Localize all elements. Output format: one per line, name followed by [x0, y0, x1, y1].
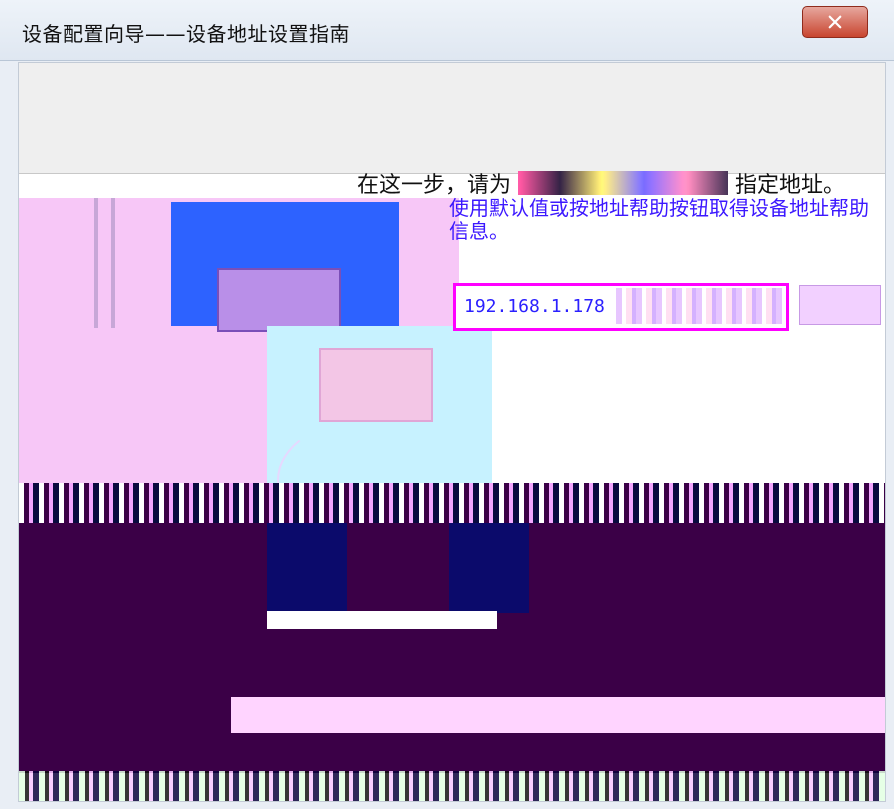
wizard-window: 设备配置向导——设备地址设置指南 X 在这一步，请为 指定地址。 — [0, 0, 894, 809]
address-help-text: 使用默认值或按地址帮助按钮取得设备地址帮助信息。 — [449, 196, 869, 243]
artifact-block — [449, 523, 529, 613]
address-field-artifact — [616, 288, 784, 324]
artifact-block — [267, 523, 347, 613]
instruction-text: 在这一步，请为 指定地址。 — [357, 167, 845, 199]
artifact-strip — [267, 611, 497, 629]
computer-icon — [319, 348, 433, 422]
monitor-icon — [217, 268, 341, 332]
artifact-band — [19, 483, 885, 523]
close-icon — [826, 13, 844, 31]
artifact-band — [19, 771, 885, 801]
wizard-content: 在这一步，请为 指定地址。 使用默认值或按地址帮助按钮取得设备地址帮助信息。 — [18, 62, 886, 802]
decor-line — [111, 198, 115, 328]
device-name-redacted — [518, 171, 729, 195]
window-title: 设备配置向导——设备地址设置指南 — [22, 22, 350, 46]
address-help-button[interactable] — [799, 285, 881, 325]
instruction-suffix: 指定地址。 — [735, 173, 846, 198]
title-bar: 设备配置向导——设备地址设置指南 X — [0, 0, 894, 61]
decor-line — [94, 198, 98, 328]
instruction-prefix: 在这一步，请为 — [357, 173, 512, 198]
header-panel — [19, 63, 885, 174]
close-button[interactable]: X — [802, 6, 868, 38]
address-field[interactable] — [453, 283, 789, 331]
artifact-strip — [231, 697, 885, 733]
